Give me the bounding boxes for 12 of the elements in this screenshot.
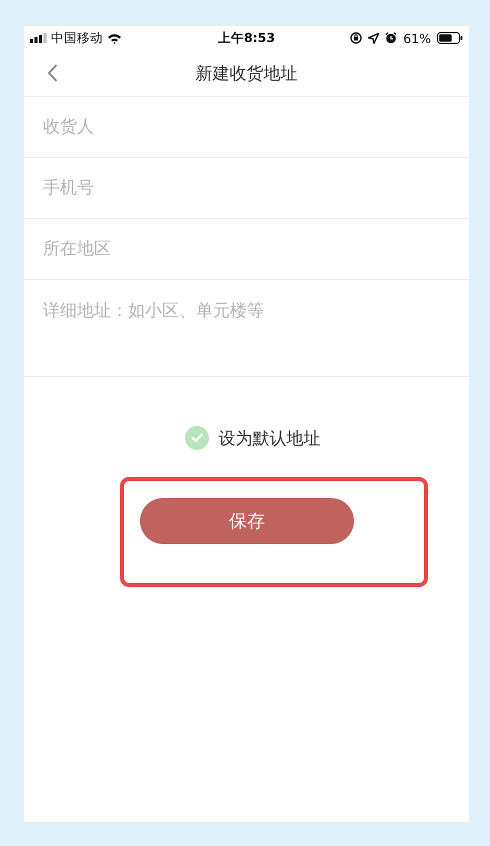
rotation-lock-icon: [350, 32, 362, 44]
alarm-icon: [385, 32, 398, 44]
battery-percent: 61%: [403, 30, 431, 46]
save-button[interactable]: 保存: [140, 498, 354, 544]
default-address-checkbox[interactable]: 设为默认地址: [184, 426, 320, 450]
page-title: 新建收货地址: [196, 62, 298, 84]
signal-icon: [30, 33, 47, 43]
wifi-icon: [107, 32, 122, 44]
status-time: 上午8:53: [218, 30, 276, 44]
location-icon: [368, 32, 380, 44]
carrier-name: 中国移动: [51, 30, 103, 46]
battery-icon: [437, 32, 463, 44]
